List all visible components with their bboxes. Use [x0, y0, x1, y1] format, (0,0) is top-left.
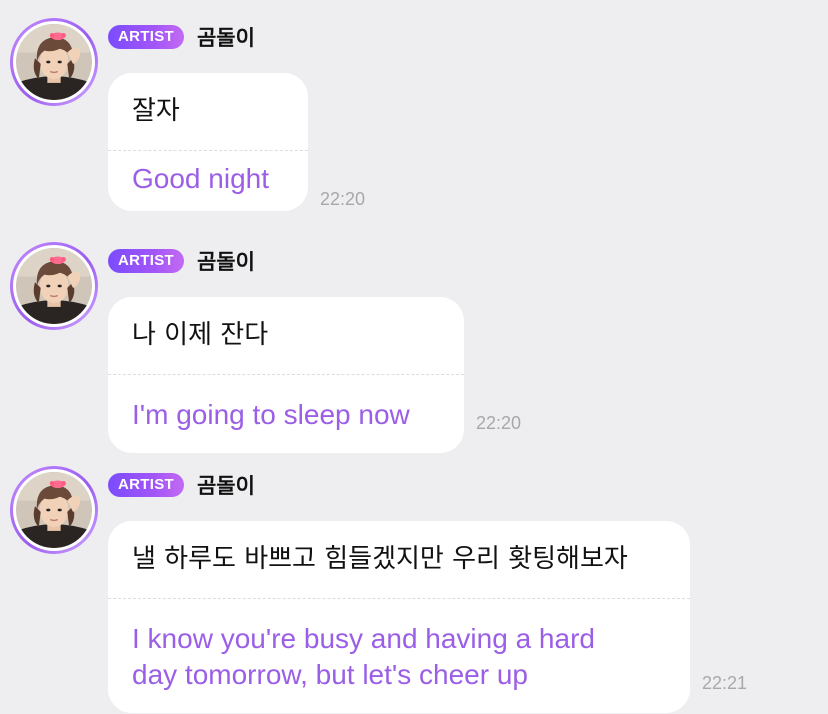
translation-text-line2: day tomorrow, but let's cheer up	[132, 659, 528, 690]
artist-badge: ARTIST	[108, 473, 184, 497]
timestamp: 22:20	[320, 189, 366, 209]
message-text: 낼 하루도 바쁘고 힘들겠지만 우리 홧팅해보자	[132, 544, 628, 574]
avatar[interactable]	[10, 466, 98, 554]
translation-text: Good night	[132, 163, 269, 194]
artist-badge: ARTIST	[108, 249, 184, 273]
sender-name: 곰돌이	[196, 250, 255, 274]
message-text: 나 이제 잔다	[132, 320, 269, 350]
message-bubble[interactable]: 나 이제 잔다 I'm going to sleep now	[108, 297, 464, 453]
translation-text: I know you're busy and having a hard	[132, 623, 595, 654]
message-header: ARTIST 곰돌이	[108, 22, 255, 52]
avatar-photo-icon	[16, 248, 92, 324]
avatar[interactable]	[10, 18, 98, 106]
avatar-photo-icon	[16, 24, 92, 100]
artist-badge: ARTIST	[108, 25, 184, 49]
avatar-ring	[13, 469, 95, 551]
avatar-photo-icon	[16, 472, 92, 548]
translation-text: I'm going to sleep now	[132, 399, 410, 430]
message-bubble[interactable]: 잘자 Good night	[108, 73, 308, 211]
translation-block: I know you're busy and having a hard day…	[132, 599, 666, 693]
avatar-ring	[13, 245, 95, 327]
message-header: ARTIST 곰돌이	[108, 470, 255, 500]
timestamp: 22:21	[702, 673, 748, 693]
avatar[interactable]	[10, 242, 98, 330]
sender-name: 곰돌이	[196, 474, 255, 498]
message-header: ARTIST 곰돌이	[108, 246, 255, 276]
message-text: 잘자	[132, 96, 180, 126]
message-bubble[interactable]: 낼 하루도 바쁘고 힘들겠지만 우리 홧팅해보자 I know you're b…	[108, 521, 690, 713]
avatar-ring	[13, 21, 95, 103]
timestamp: 22:20	[476, 413, 522, 433]
sender-name: 곰돌이	[196, 26, 255, 50]
